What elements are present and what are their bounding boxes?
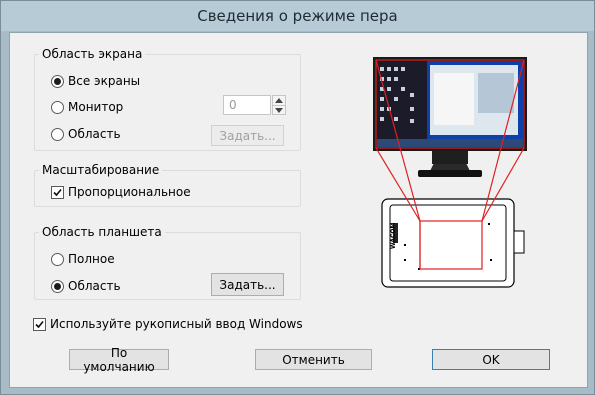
ok-button[interactable]: OK: [432, 349, 550, 370]
checkbox-checked[interactable]: [51, 185, 64, 199]
monitor-icon: [373, 57, 527, 177]
radio-tablet-area[interactable]: Область: [51, 277, 121, 295]
radio-button[interactable]: [51, 252, 64, 266]
mapping-preview: [373, 57, 527, 288]
radio-monitor[interactable]: Монитор: [51, 98, 123, 116]
radio-monitor-label: Монитор: [68, 100, 124, 114]
radio-tablet-area-label: Область: [68, 279, 121, 293]
radio-all-screens-label: Все экраны: [68, 74, 141, 88]
radio-screen-area[interactable]: Область: [51, 125, 121, 143]
radio-all-screens[interactable]: Все экраны: [51, 72, 140, 90]
radio-full-label: Полное: [68, 252, 115, 266]
tablet-brand-label: WACOM: [390, 222, 397, 249]
spin-up-icon[interactable]: [273, 96, 285, 105]
radio-button[interactable]: [51, 127, 64, 141]
dialog-window: Сведения о режиме пера Область экрана Вс…: [0, 0, 595, 395]
checkbox-checked[interactable]: [33, 317, 46, 331]
windows-ink-checkbox[interactable]: Используйте рукописный ввод Windows: [33, 315, 303, 333]
radio-screen-area-label: Область: [68, 127, 121, 141]
tablet-area-set-button[interactable]: Задать...: [211, 273, 284, 296]
radio-full[interactable]: Полное: [51, 250, 115, 268]
checkmark-icon: [35, 320, 44, 328]
monitor-spinner[interactable]: [272, 95, 286, 115]
screen-area-title: Область экрана: [39, 46, 146, 62]
radio-button-selected[interactable]: [51, 279, 64, 293]
title-bar[interactable]: Сведения о режиме пера: [1, 1, 594, 31]
radio-button-selected[interactable]: [51, 74, 64, 88]
dialog-client: Область экрана Все экраны Монитор 0 Обла…: [9, 32, 588, 388]
spin-down-icon[interactable]: [273, 105, 285, 115]
default-button[interactable]: По умолчанию: [69, 346, 169, 374]
checkmark-icon: [53, 188, 62, 196]
windows-ink-label: Используйте рукописный ввод Windows: [50, 317, 303, 331]
scaling-title: Масштабирование: [39, 162, 163, 178]
window-title: Сведения о режиме пера: [197, 7, 398, 25]
tablet-area-title: Область планшета: [39, 224, 165, 240]
screen-area-set-button[interactable]: Задать...: [211, 125, 284, 146]
radio-button[interactable]: [51, 100, 64, 114]
proportional-label: Пропорциональное: [68, 185, 191, 199]
monitor-number-input[interactable]: 0: [223, 95, 271, 115]
cancel-button[interactable]: Отменить: [255, 349, 372, 370]
proportional-checkbox[interactable]: Пропорциональное: [51, 183, 191, 201]
tablet-icon: [381, 198, 525, 288]
